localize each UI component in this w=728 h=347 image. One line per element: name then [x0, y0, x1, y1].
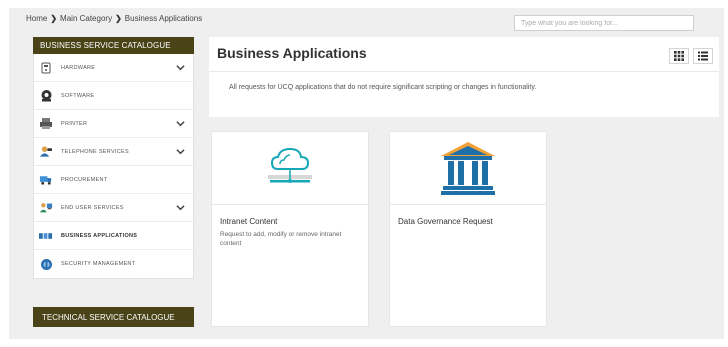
breadcrumb-separator-icon: ❯: [50, 14, 58, 23]
page-description: All requests for UCQ applications that d…: [229, 84, 537, 91]
divider: [209, 71, 719, 72]
main-panel: Business Applications All requests for U…: [209, 37, 719, 117]
hardware-icon: [39, 61, 53, 75]
breadcrumb-home[interactable]: Home: [26, 14, 47, 23]
chevron-down-icon[interactable]: [176, 147, 185, 156]
sidebar-item-label: PRINTER: [61, 120, 88, 127]
page-title: Business Applications: [217, 45, 367, 61]
sidebar-item-label: BUSINESS APPLICATIONS: [61, 232, 138, 239]
sidebar-menu: HARDWARE SOFTWARE PRINTER TELEPHONE SERV…: [33, 54, 194, 279]
sidebar-item-label: TELEPHONE SERVICES: [61, 148, 129, 155]
procurement-icon: [39, 173, 53, 187]
card-image: [212, 132, 368, 205]
sidebar-item-label: PROCUREMENT: [61, 176, 108, 183]
chevron-down-icon[interactable]: [176, 63, 185, 72]
institution-building-icon: [441, 142, 495, 195]
sidebar-item-printer[interactable]: PRINTER: [34, 110, 193, 138]
business-apps-icon: [39, 229, 53, 243]
sidebar-item-label: SECURITY MANAGEMENT: [61, 261, 136, 267]
sidebar-item-software[interactable]: SOFTWARE: [34, 82, 193, 110]
card-title: Data Governance Request: [398, 217, 493, 226]
sidebar-item-business-applications[interactable]: BUSINESS APPLICATIONS: [34, 222, 193, 250]
grid-view-icon: [674, 51, 684, 61]
sidebar-item-label: SOFTWARE: [61, 92, 95, 99]
breadcrumb-main-category[interactable]: Main Category: [60, 14, 112, 23]
chevron-down-icon[interactable]: [176, 119, 185, 128]
sidebar-item-hardware[interactable]: HARDWARE: [34, 54, 193, 82]
sidebar: BUSINESS SERVICE CATALOGUE HARDWARE SOFT…: [33, 37, 194, 327]
security-icon: [39, 257, 53, 271]
breadcrumb-separator-icon: ❯: [115, 14, 122, 23]
search-input[interactable]: [514, 15, 694, 31]
sidebar-item-end-user-services[interactable]: END USER SERVICES: [34, 194, 193, 222]
grid-view-button[interactable]: [669, 48, 689, 64]
breadcrumb: Home ❯ Main Category ❯ Business Applicat…: [26, 14, 202, 23]
breadcrumb-current: Business Applications: [124, 14, 203, 23]
list-view-icon: [698, 51, 708, 61]
business-service-catalogue-header[interactable]: BUSINESS SERVICE CATALOGUE: [33, 37, 194, 54]
end-user-icon: [39, 201, 53, 215]
catalog-card-intranet-content[interactable]: Intranet Content Request to add, modify …: [211, 131, 369, 327]
technical-service-catalogue-header[interactable]: TECHNICAL SERVICE CATALOGUE: [33, 307, 194, 327]
printer-icon: [39, 117, 53, 131]
cloud-computer-icon: [268, 147, 312, 183]
catalog-card-data-governance-request[interactable]: Data Governance Request: [389, 131, 547, 327]
sidebar-item-label: END USER SERVICES: [61, 204, 124, 211]
chevron-down-icon[interactable]: [176, 203, 185, 212]
card-title: Intranet Content: [220, 217, 278, 226]
telephone-icon: [39, 145, 53, 159]
list-view-button[interactable]: [693, 48, 713, 64]
sidebar-item-security-management[interactable]: SECURITY MANAGEMENT: [34, 250, 193, 278]
card-description: Request to add, modify or remove intrane…: [220, 231, 342, 247]
sidebar-item-procurement[interactable]: PROCUREMENT: [34, 166, 193, 194]
card-image: [390, 132, 546, 205]
sidebar-item-telephone-services[interactable]: TELEPHONE SERVICES: [34, 138, 193, 166]
software-icon: [39, 89, 53, 103]
sidebar-item-label: HARDWARE: [61, 64, 96, 71]
